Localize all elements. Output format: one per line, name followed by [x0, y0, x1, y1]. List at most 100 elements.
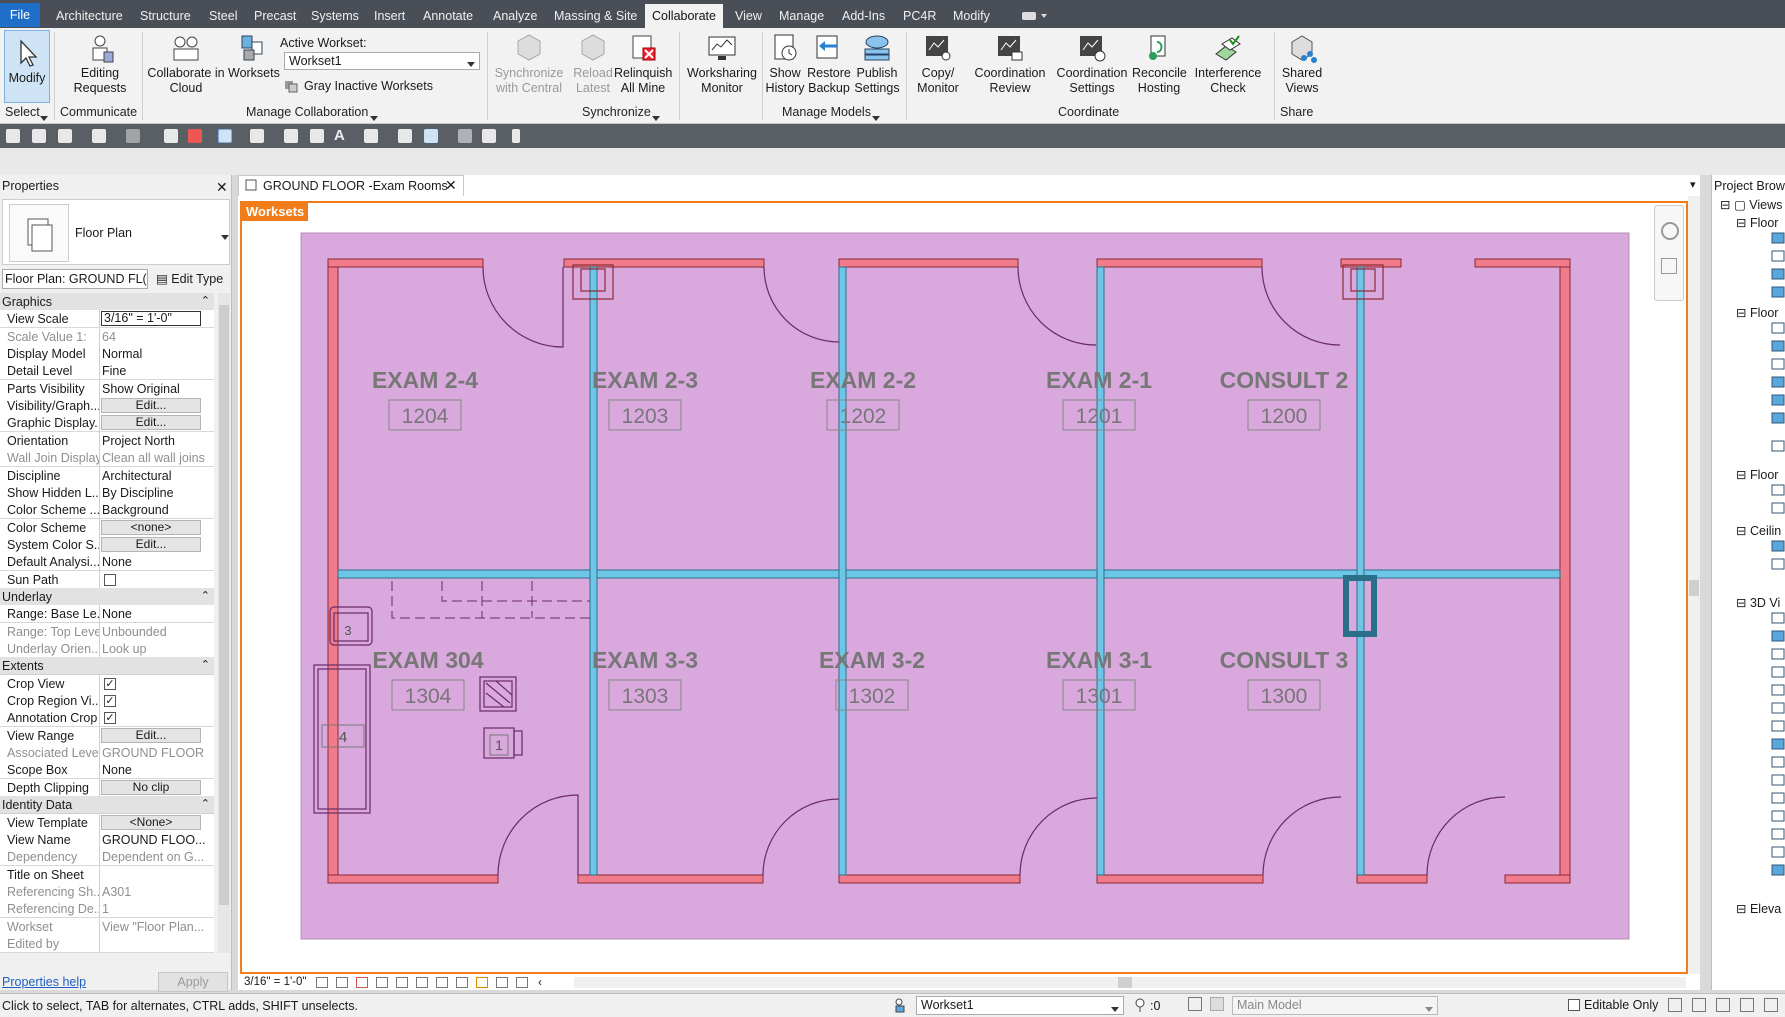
tab-steel[interactable]: Steel [209, 4, 238, 28]
property-value[interactable]: None [102, 607, 212, 621]
property-checkbox[interactable] [104, 573, 116, 586]
restore-backup-button[interactable]: Restore Backup [806, 32, 852, 96]
property-row[interactable]: Edited by [0, 934, 214, 953]
tag-icon[interactable] [310, 129, 324, 143]
worksharing-display-icon[interactable] [476, 977, 488, 988]
property-value[interactable]: GROUND FLOO... [102, 833, 212, 847]
room-name-1203[interactable]: EXAM 2-3 [592, 367, 698, 393]
align-icon[interactable] [284, 129, 298, 143]
property-value-button[interactable]: <none> [101, 519, 201, 535]
property-row[interactable]: Dependency Dependent on G... [0, 848, 214, 867]
tab-manage[interactable]: Manage [779, 4, 824, 28]
view-scale[interactable]: 3/16" = 1'-0" [244, 976, 306, 988]
property-row[interactable]: Referencing De... 1 [0, 900, 214, 919]
restore-icon[interactable]: ▾ [1690, 178, 1696, 191]
close-hidden-icon[interactable] [458, 129, 472, 143]
tab-add-ins[interactable]: Add-Ins [842, 4, 885, 28]
property-value-button[interactable]: Edit... [101, 727, 201, 743]
property-row[interactable]: Wall Join Display Clean all wall joins [0, 449, 214, 468]
property-value[interactable]: None [102, 763, 212, 777]
pdf-icon[interactable] [188, 129, 202, 143]
property-row[interactable]: Underlay Orien... Look up [0, 640, 214, 658]
interference-check-button[interactable]: Interference Check [1190, 32, 1266, 96]
show-history-button[interactable]: Show History [764, 32, 806, 96]
editing-requests-button[interactable]: Editing Requests [64, 32, 136, 96]
design-option-editing-icon[interactable] [1210, 997, 1224, 1011]
property-group[interactable]: Underlay ⌃ [0, 587, 214, 606]
reveal-hidden-icon[interactable] [456, 977, 468, 988]
property-row[interactable]: Default Analysi... None [0, 553, 214, 572]
property-row[interactable]: Title on Sheet [0, 865, 214, 884]
property-row[interactable]: Workset View "Floor Plan... [0, 917, 214, 936]
room-number-1200[interactable]: 1200 [1261, 405, 1308, 428]
select-links-icon[interactable] [1668, 998, 1682, 1012]
property-row[interactable]: Referencing Sh... A301 [0, 882, 214, 901]
editing-requests-status-icon[interactable] [1134, 997, 1148, 1013]
room-number-1301[interactable]: 1301 [1076, 685, 1123, 708]
room-number-1204[interactable]: 1204 [402, 405, 449, 428]
customize-icon[interactable] [512, 129, 520, 143]
property-group[interactable]: Identity Data ⌃ [0, 796, 214, 815]
property-value-button[interactable]: Edit... [101, 415, 201, 431]
thin-lines-icon[interactable] [218, 129, 232, 143]
property-value-button[interactable]: Edit... [101, 398, 201, 414]
tab-collaborate[interactable]: Collaborate [645, 4, 723, 28]
property-value[interactable]: Background [102, 503, 212, 517]
close-icon[interactable]: ✕ [216, 179, 228, 196]
room-name-1302[interactable]: EXAM 3-2 [819, 647, 925, 673]
properties-help-link[interactable]: Properties help [2, 975, 86, 989]
visual-style-icon[interactable] [336, 977, 348, 988]
property-row[interactable]: View Name GROUND FLOO... [0, 830, 214, 849]
property-row[interactable]: Graphic Display... Edit... [0, 414, 214, 433]
property-row[interactable]: Scale Value 1: 64 [0, 327, 214, 346]
property-value[interactable]: 3/16" = 1'-0" [101, 311, 201, 327]
property-row[interactable]: Crop Region Vi... ✓ [0, 692, 214, 711]
room-name-1202[interactable]: EXAM 2-2 [810, 367, 916, 393]
close-icon[interactable]: ✕ [445, 177, 457, 194]
property-row[interactable]: View Template <None> [0, 813, 214, 832]
coordination-review-button[interactable]: Coordination Review [970, 32, 1050, 96]
property-value[interactable]: Normal [102, 347, 212, 361]
property-row[interactable]: Color Scheme ... Background [0, 501, 214, 520]
temp-hide-icon[interactable] [436, 977, 448, 988]
text-icon[interactable]: A [334, 127, 345, 144]
property-row[interactable]: View Range Edit... [0, 726, 214, 745]
shadows-icon[interactable] [376, 977, 388, 988]
collapse-group-icon[interactable]: ⌃ [201, 294, 210, 307]
property-row[interactable]: Annotation Crop ✓ [0, 709, 214, 728]
undo-icon[interactable] [92, 129, 106, 143]
camera-dropdown-icon[interactable] [1022, 10, 1050, 20]
show-crop-icon[interactable] [416, 977, 428, 988]
property-value[interactable]: Fine [102, 364, 212, 378]
type-selector[interactable]: Floor Plan [2, 199, 230, 265]
browser-node-elevations[interactable]: ⊟ Eleva [1736, 901, 1781, 916]
tab-architecture[interactable]: Architecture [56, 4, 123, 28]
relinquish-all-mine-button[interactable]: Relinquish All Mine [614, 32, 672, 96]
property-row[interactable]: Scope Box None [0, 761, 214, 780]
property-value-button[interactable]: Edit... [101, 536, 201, 552]
property-value[interactable]: By Discipline [102, 486, 212, 500]
room-name-1201[interactable]: EXAM 2-1 [1046, 367, 1152, 393]
chevron-down-icon[interactable] [652, 111, 660, 125]
synchronize-with-central-button[interactable]: Synchronize with Central [492, 32, 566, 96]
print-icon[interactable] [164, 129, 178, 143]
property-value[interactable]: Show Original [102, 382, 212, 396]
property-row[interactable]: Color Scheme <none> [0, 518, 214, 537]
instance-selector[interactable]: Floor Plan: GROUND FL( [2, 269, 148, 289]
property-value[interactable]: Project North [102, 434, 212, 448]
room-name-1303[interactable]: EXAM 3-3 [592, 647, 698, 673]
room-name-1301[interactable]: EXAM 3-1 [1046, 647, 1152, 673]
sun-path-icon[interactable] [356, 977, 368, 988]
chevron-down-icon[interactable] [370, 111, 378, 125]
collapse-group-icon[interactable]: ⌃ [201, 658, 210, 671]
section-icon[interactable] [398, 129, 412, 143]
property-checkbox[interactable]: ✓ [104, 695, 116, 708]
highlight-displacement-icon[interactable] [516, 977, 528, 988]
worksharing-monitor-button[interactable]: Worksharing Monitor [684, 32, 760, 96]
horizontal-scrollbar[interactable] [574, 977, 1686, 988]
coordination-settings-button[interactable]: Coordination Settings [1052, 32, 1132, 96]
room-number-1203[interactable]: 1203 [622, 405, 669, 428]
steering-wheel-icon[interactable] [1661, 222, 1679, 240]
vertical-scrollbar[interactable] [1688, 196, 1700, 974]
drag-on-selection-icon[interactable] [1764, 998, 1778, 1012]
